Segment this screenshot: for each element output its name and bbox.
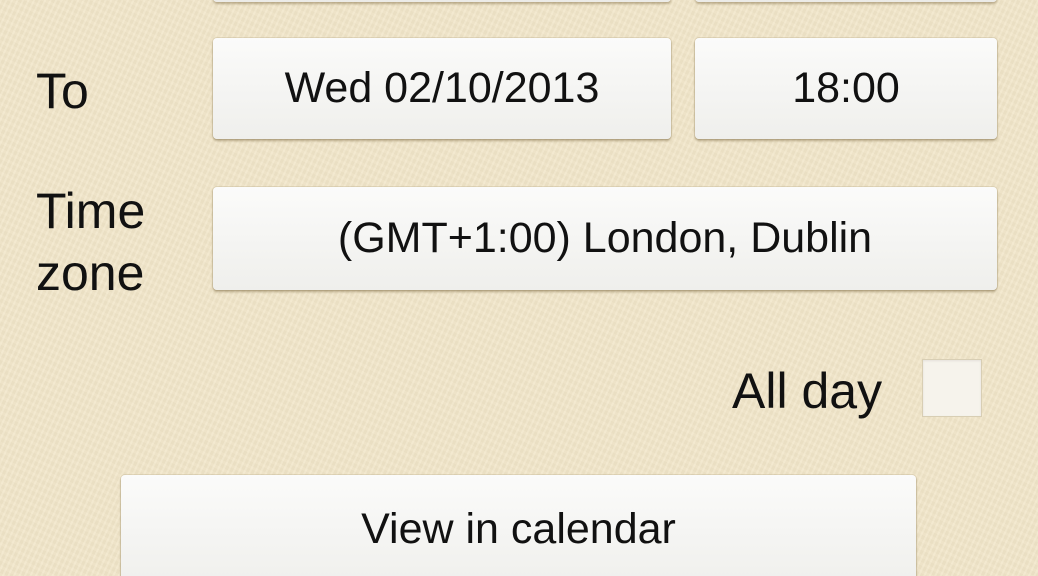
all-day-label: All day (732, 363, 883, 419)
timezone-label-line2: zone (36, 245, 145, 301)
start-time-button[interactable] (695, 0, 997, 2)
end-time-button[interactable]: 18:00 (695, 38, 997, 139)
view-in-calendar-button[interactable]: View in calendar (121, 475, 916, 576)
start-date-button[interactable] (213, 0, 671, 2)
timezone-label-line1: Time (36, 183, 146, 239)
timezone-label: Time zone (36, 180, 145, 304)
timezone-button[interactable]: (GMT+1:00) London, Dublin (213, 187, 997, 290)
end-date-button[interactable]: Wed 02/10/2013 (213, 38, 671, 139)
to-label: To (36, 63, 89, 119)
all-day-checkbox[interactable] (922, 359, 982, 417)
